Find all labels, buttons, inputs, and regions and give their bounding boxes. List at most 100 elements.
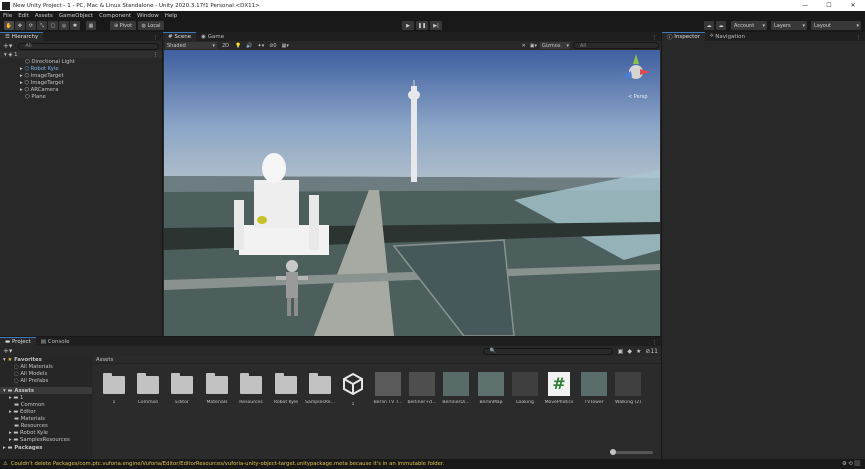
add-icon[interactable]: +▾: [3, 42, 12, 50]
close-button[interactable]: ✕: [841, 2, 865, 9]
layout-dropdown[interactable]: Layout ▾: [811, 21, 861, 30]
menu-assets[interactable]: Assets: [35, 13, 53, 19]
collab-icon[interactable]: ☁: [704, 21, 714, 30]
panel-menu-icon[interactable]: ⋮: [153, 35, 163, 41]
thumbnail-size-slider[interactable]: [613, 451, 653, 454]
effects-icon[interactable]: ✦▾: [258, 43, 265, 49]
rect-tool-icon[interactable]: ▢: [48, 21, 58, 30]
scene-viewport[interactable]: < Persp: [164, 50, 660, 336]
thumbnail-size-handle[interactable]: [610, 449, 616, 455]
transform-tool-icon[interactable]: ◎: [59, 21, 69, 30]
tab-hierarchy[interactable]: ☰ Hierarchy: [0, 32, 44, 41]
asset-tile[interactable]: Berlin TV T...: [372, 372, 404, 405]
panel-menu-icon[interactable]: ⋮: [856, 35, 865, 41]
account-dropdown[interactable]: Account ▾: [731, 21, 767, 30]
hierarchy-item[interactable]: ▸ ⬡ ImageTarget: [0, 72, 162, 79]
hierarchy-item[interactable]: ⬡ Directional Light: [0, 58, 162, 65]
menu-file[interactable]: File: [3, 13, 12, 19]
persp-label[interactable]: < Persp: [628, 94, 648, 100]
snap-icon[interactable]: ▦: [86, 21, 96, 30]
minimize-button[interactable]: —: [793, 2, 817, 9]
asset-tile[interactable]: SamplesRe...: [304, 372, 336, 405]
asset-tile[interactable]: Robot Kyle: [270, 372, 302, 405]
tab-navigation[interactable]: ⟡ Navigation: [705, 32, 750, 41]
asset-folder[interactable]: ▬ Common: [0, 401, 92, 408]
move-tool-icon[interactable]: ✥: [15, 21, 25, 30]
menu-component[interactable]: Component: [99, 13, 131, 19]
breadcrumb-assets[interactable]: Assets: [96, 357, 113, 363]
grid-icon[interactable]: ▦▾: [282, 43, 289, 49]
menu-edit[interactable]: Edit: [18, 13, 29, 19]
gizmos-dropdown[interactable]: Gizmos ▾: [540, 42, 570, 49]
asset-folder[interactable]: ▸ ▬ Robot Kyle: [0, 429, 92, 436]
assets-header[interactable]: ▾ ▬ Assets: [0, 387, 92, 394]
light-icon[interactable]: 💡: [235, 43, 241, 49]
scene-search-input[interactable]: All: [573, 42, 659, 49]
asset-tile[interactable]: 1: [337, 372, 369, 407]
status-message[interactable]: Couldn't delete Packages/com.ptc.vuforia…: [11, 461, 445, 467]
asset-tile[interactable]: Walking (2): [612, 372, 644, 405]
packages-header[interactable]: ▸ ▬ Packages: [0, 444, 92, 451]
hierarchy-item[interactable]: ▸ ⬡ Robot Kyle: [0, 65, 162, 72]
hand-tool-icon[interactable]: ✋: [4, 21, 14, 30]
tab-project[interactable]: ▬ Project: [0, 337, 36, 346]
step-button[interactable]: ▶|: [430, 21, 442, 30]
cloud-icon[interactable]: ☁: [716, 21, 726, 30]
asset-tile[interactable]: Resources: [235, 372, 267, 405]
maximize-button[interactable]: ☐: [817, 2, 841, 9]
favorites-header[interactable]: ▾ ★ Favorites: [0, 356, 92, 363]
tab-inspector[interactable]: ⓘ Inspector: [662, 32, 705, 41]
asset-folder[interactable]: ▸ ▬ SamplesResources: [0, 436, 92, 443]
asset-tile[interactable]: berliner+d...: [406, 372, 438, 405]
asset-folder[interactable]: ▸ ▬ 1: [0, 394, 92, 401]
favorite-item[interactable]: ◌ All Models: [0, 370, 92, 377]
tab-console[interactable]: ▤ Console: [36, 337, 75, 346]
menu-help[interactable]: Help: [165, 13, 178, 19]
asset-tile[interactable]: TVTower: [578, 372, 610, 405]
favorite-item[interactable]: ◌ All Materials: [0, 363, 92, 370]
local-toggle[interactable]: ◍ Local: [138, 21, 164, 30]
custom-tool-icon[interactable]: ✱: [70, 21, 80, 30]
asset-folder[interactable]: ▸ ▬ Editor: [0, 408, 92, 415]
pause-button[interactable]: ❚❚: [416, 21, 428, 30]
asset-tile[interactable]: BerlinMap: [475, 372, 507, 405]
filter-label-icon[interactable]: ◆: [627, 348, 632, 355]
camera-icon[interactable]: ▣▾: [530, 43, 537, 49]
play-button[interactable]: ▶: [402, 21, 414, 30]
tools-icon[interactable]: ✕: [522, 43, 526, 49]
asset-tile[interactable]: Common: [132, 372, 164, 405]
tab-game[interactable]: ◉ Game: [196, 32, 229, 41]
asset-tile[interactable]: Materials: [201, 372, 233, 405]
asset-tile[interactable]: BerlinerDi...: [440, 372, 472, 405]
hierarchy-item[interactable]: ▸ ⬡ ImageTarget: [0, 79, 162, 86]
asset-tile[interactable]: # MovePhotics: [543, 372, 575, 405]
hierarchy-item[interactable]: ⬡ Plane: [0, 93, 162, 100]
favorite-icon[interactable]: ★: [636, 348, 641, 355]
panel-menu-icon[interactable]: ⋮: [652, 35, 662, 41]
project-search-input[interactable]: 🔍: [482, 347, 613, 355]
asset-tile[interactable]: Looking: [509, 372, 541, 405]
pivot-toggle[interactable]: ⊕ Pivot: [110, 21, 136, 30]
status-icons[interactable]: ⚙ ⟲ ⬛: [842, 461, 861, 467]
audio-icon[interactable]: 🔊: [246, 43, 252, 49]
filter-type-icon[interactable]: ▣: [618, 348, 624, 355]
scene-menu-icon[interactable]: ⋮: [153, 52, 162, 58]
layers-dropdown[interactable]: Layers ▾: [771, 21, 807, 30]
menu-window[interactable]: Window: [137, 13, 159, 19]
menu-gameobject[interactable]: GameObject: [59, 13, 93, 19]
asset-folder[interactable]: ▬ Resources: [0, 422, 92, 429]
favorite-item[interactable]: ◌ All Prefabs: [0, 377, 92, 384]
shading-dropdown[interactable]: Shaded ▾: [165, 42, 217, 49]
rotate-tool-icon[interactable]: ⟳: [26, 21, 36, 30]
scene-root-row[interactable]: ▾ ◈ 1 ⋮: [0, 51, 162, 58]
panel-menu-icon[interactable]: ⋮: [652, 340, 662, 346]
scale-tool-icon[interactable]: ⤡: [37, 21, 47, 30]
add-icon[interactable]: +▾: [3, 347, 12, 355]
asset-folder[interactable]: ▬ Materials: [0, 415, 92, 422]
mode-2d-toggle[interactable]: 2D: [222, 43, 229, 49]
asset-tile[interactable]: Editor: [166, 372, 198, 405]
hierarchy-search-input[interactable]: All: [18, 42, 159, 50]
tab-scene[interactable]: # Scene: [163, 32, 197, 41]
asset-tile[interactable]: 1: [98, 372, 130, 405]
hierarchy-item[interactable]: ▸ ⬡ ARCamera: [0, 86, 162, 93]
